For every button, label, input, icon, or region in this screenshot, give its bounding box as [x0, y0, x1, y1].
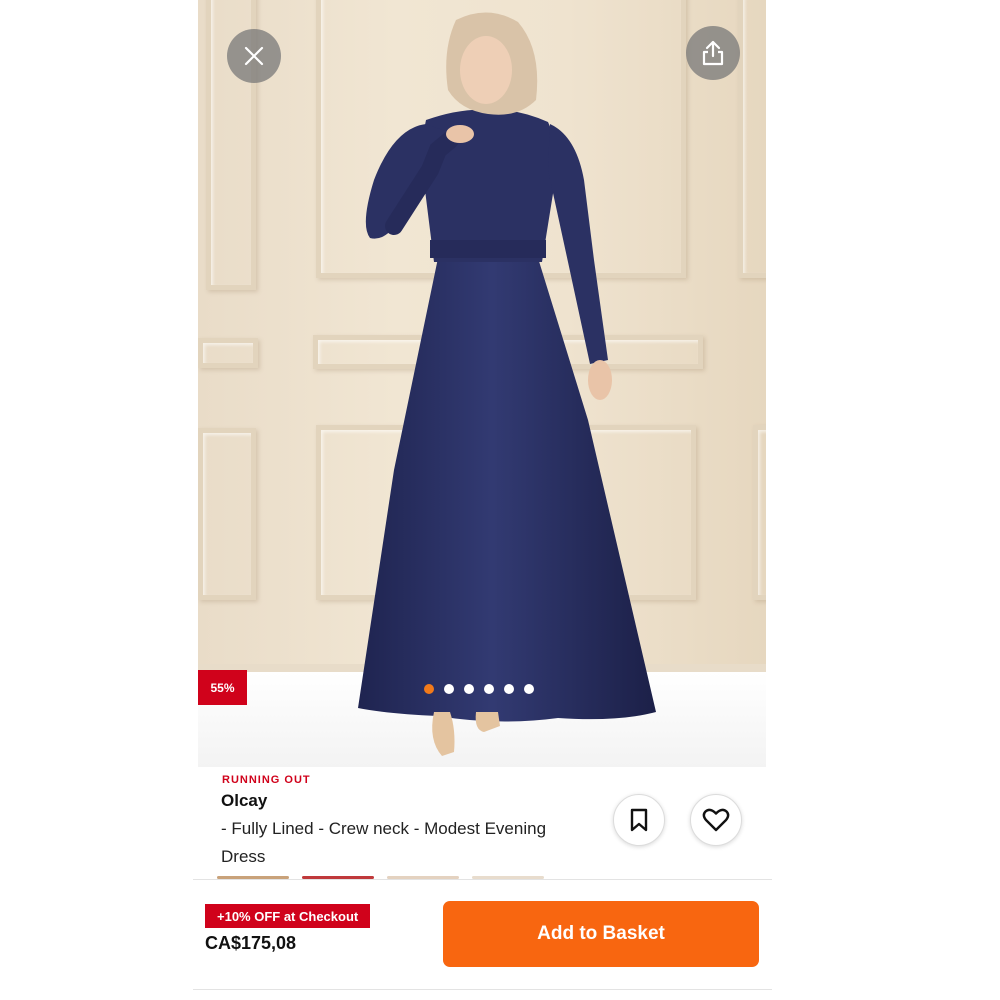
stock-status: RUNNING OUT: [222, 774, 311, 786]
model-figure: [358, 12, 656, 756]
discount-badge: 55%: [198, 670, 247, 705]
save-button[interactable]: [613, 794, 665, 846]
pagination-dot[interactable]: [524, 684, 534, 694]
divider: [193, 879, 772, 880]
product-image[interactable]: [198, 0, 766, 767]
add-to-basket-button[interactable]: Add to Basket: [443, 901, 759, 967]
pagination-dot[interactable]: [444, 684, 454, 694]
favorite-button[interactable]: [690, 794, 742, 846]
heart-icon: [702, 808, 730, 832]
pagination-dot[interactable]: [484, 684, 494, 694]
pagination-dot[interactable]: [424, 684, 434, 694]
price: CA$175,08: [205, 933, 297, 953]
checkout-promo-badge: +10% OFF at Checkout: [205, 904, 371, 928]
product-name: - Fully Lined - Crew neck - Modest Eveni…: [221, 819, 547, 866]
close-icon: [244, 46, 264, 66]
image-pagination[interactable]: [424, 684, 534, 694]
brand-name[interactable]: Olcay: [221, 791, 267, 811]
pagination-dot[interactable]: [504, 684, 514, 694]
divider: [193, 989, 772, 990]
bookmark-icon: [630, 808, 648, 832]
share-icon: [702, 40, 724, 66]
pagination-dot[interactable]: [464, 684, 474, 694]
close-button[interactable]: [227, 29, 281, 83]
share-button[interactable]: [686, 26, 740, 80]
